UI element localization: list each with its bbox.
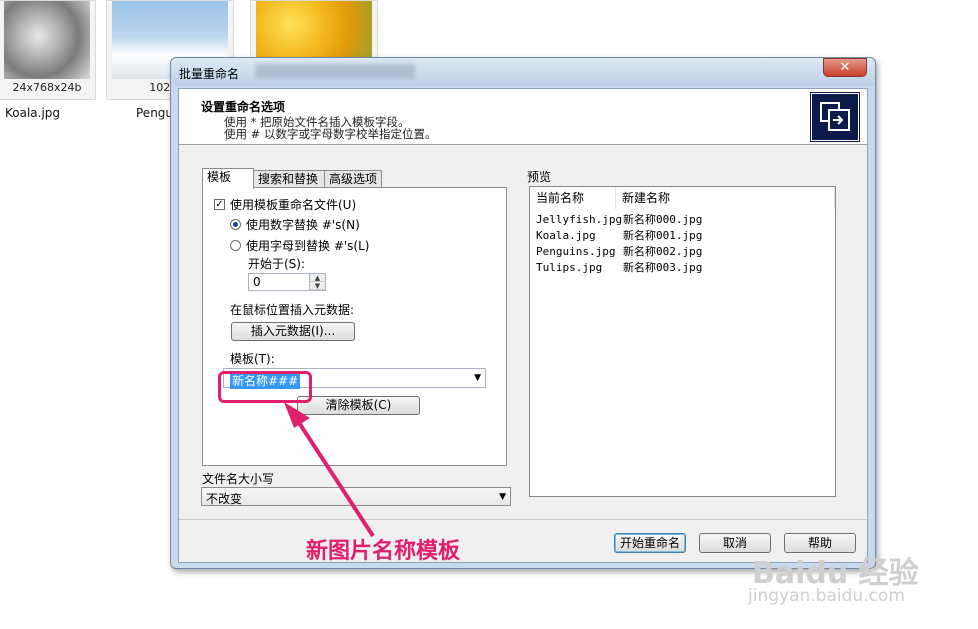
new-name: 新名称003.jpg: [623, 261, 703, 274]
use-template-checkbox[interactable]: ✓: [214, 199, 225, 210]
spin-buttons[interactable]: ▲ ▼: [309, 274, 325, 290]
list-item[interactable]: Tulips.jpg 新名称003.jpg: [530, 260, 835, 276]
header-hint-2: 使用 # 以数字或字母数字校举指定位置。: [224, 127, 437, 141]
use-template-label[interactable]: 使用模板重命名文件(U): [230, 196, 356, 213]
rename-icon: [811, 93, 859, 141]
template-label: 模板(T):: [230, 352, 275, 366]
current-name: Koala.jpg: [536, 229, 596, 242]
new-name: 新名称000.jpg: [623, 213, 703, 226]
insert-metadata-button[interactable]: 插入元数据(I)...: [231, 322, 355, 341]
list-item[interactable]: Jellyfish.jpg 新名称000.jpg: [530, 212, 835, 228]
file-name-koala[interactable]: Koala.jpg: [5, 106, 60, 120]
thumbnail-caption: 24x768x24b: [12, 81, 82, 94]
new-name: 新名称001.jpg: [623, 229, 703, 242]
annotation-text: 新图片名称模板: [306, 538, 461, 564]
new-name: 新名称002.jpg: [623, 245, 703, 258]
chevron-down-icon[interactable]: ▼: [499, 492, 506, 502]
dialog-header: 设置重命名选项 使用 * 把原始文件名插入模板字段。 使用 # 以数字或字母数字…: [179, 89, 867, 145]
start-at-value: 0: [253, 275, 261, 289]
column-header-new[interactable]: 新建名称: [616, 187, 835, 209]
title-bar[interactable]: 批量重命名 ✕: [171, 58, 875, 86]
filename-case-label: 文件名大小写: [202, 472, 275, 486]
preview-list[interactable]: 当前名称 新建名称 Jellyfish.jpg 新名称000.jpg Koala…: [529, 186, 836, 497]
thumbnail-koala[interactable]: 24x768x24b: [0, 0, 96, 100]
radio-use-numbers-label[interactable]: 使用数字替换 #'s(N): [246, 216, 360, 233]
spin-up-icon[interactable]: ▲: [310, 274, 325, 282]
radio-use-letters-label[interactable]: 使用字母到替换 #'s(L): [246, 237, 369, 254]
current-name: Jellyfish.jpg: [536, 213, 623, 226]
blurred-title-area: [255, 64, 415, 79]
header-title: 设置重命名选项: [201, 100, 286, 114]
start-rename-button[interactable]: 开始重命名: [614, 533, 686, 553]
watermark-url: jingyan.baidu.com: [748, 586, 905, 606]
list-item[interactable]: Koala.jpg 新名称001.jpg: [530, 228, 835, 244]
tab-template[interactable]: 模板: [202, 168, 254, 189]
file-name-penguins[interactable]: Pengu: [136, 106, 173, 120]
start-at-spinbox[interactable]: 0 ▲ ▼: [248, 273, 326, 291]
current-name: Tulips.jpg: [536, 261, 603, 274]
radio-use-letters[interactable]: [230, 240, 241, 251]
insert-metadata-label: 在鼠标位置插入元数据:: [230, 303, 355, 317]
preview-label: 预览: [527, 170, 552, 184]
list-item[interactable]: Penguins.jpg 新名称002.jpg: [530, 244, 835, 260]
start-at-label: 开始于(S):: [248, 257, 306, 271]
column-header-current[interactable]: 当前名称: [530, 187, 616, 209]
chevron-down-icon[interactable]: ▼: [474, 373, 481, 383]
koala-image: [4, 1, 90, 79]
close-button[interactable]: ✕: [823, 58, 867, 77]
annotation-arrow: [284, 402, 375, 538]
filename-case-value: 不改变: [206, 492, 243, 506]
spin-down-icon[interactable]: ▼: [310, 282, 325, 290]
current-name: Penguins.jpg: [536, 245, 616, 258]
dialog-title: 批量重命名: [179, 67, 240, 81]
radio-use-numbers[interactable]: [230, 219, 241, 230]
